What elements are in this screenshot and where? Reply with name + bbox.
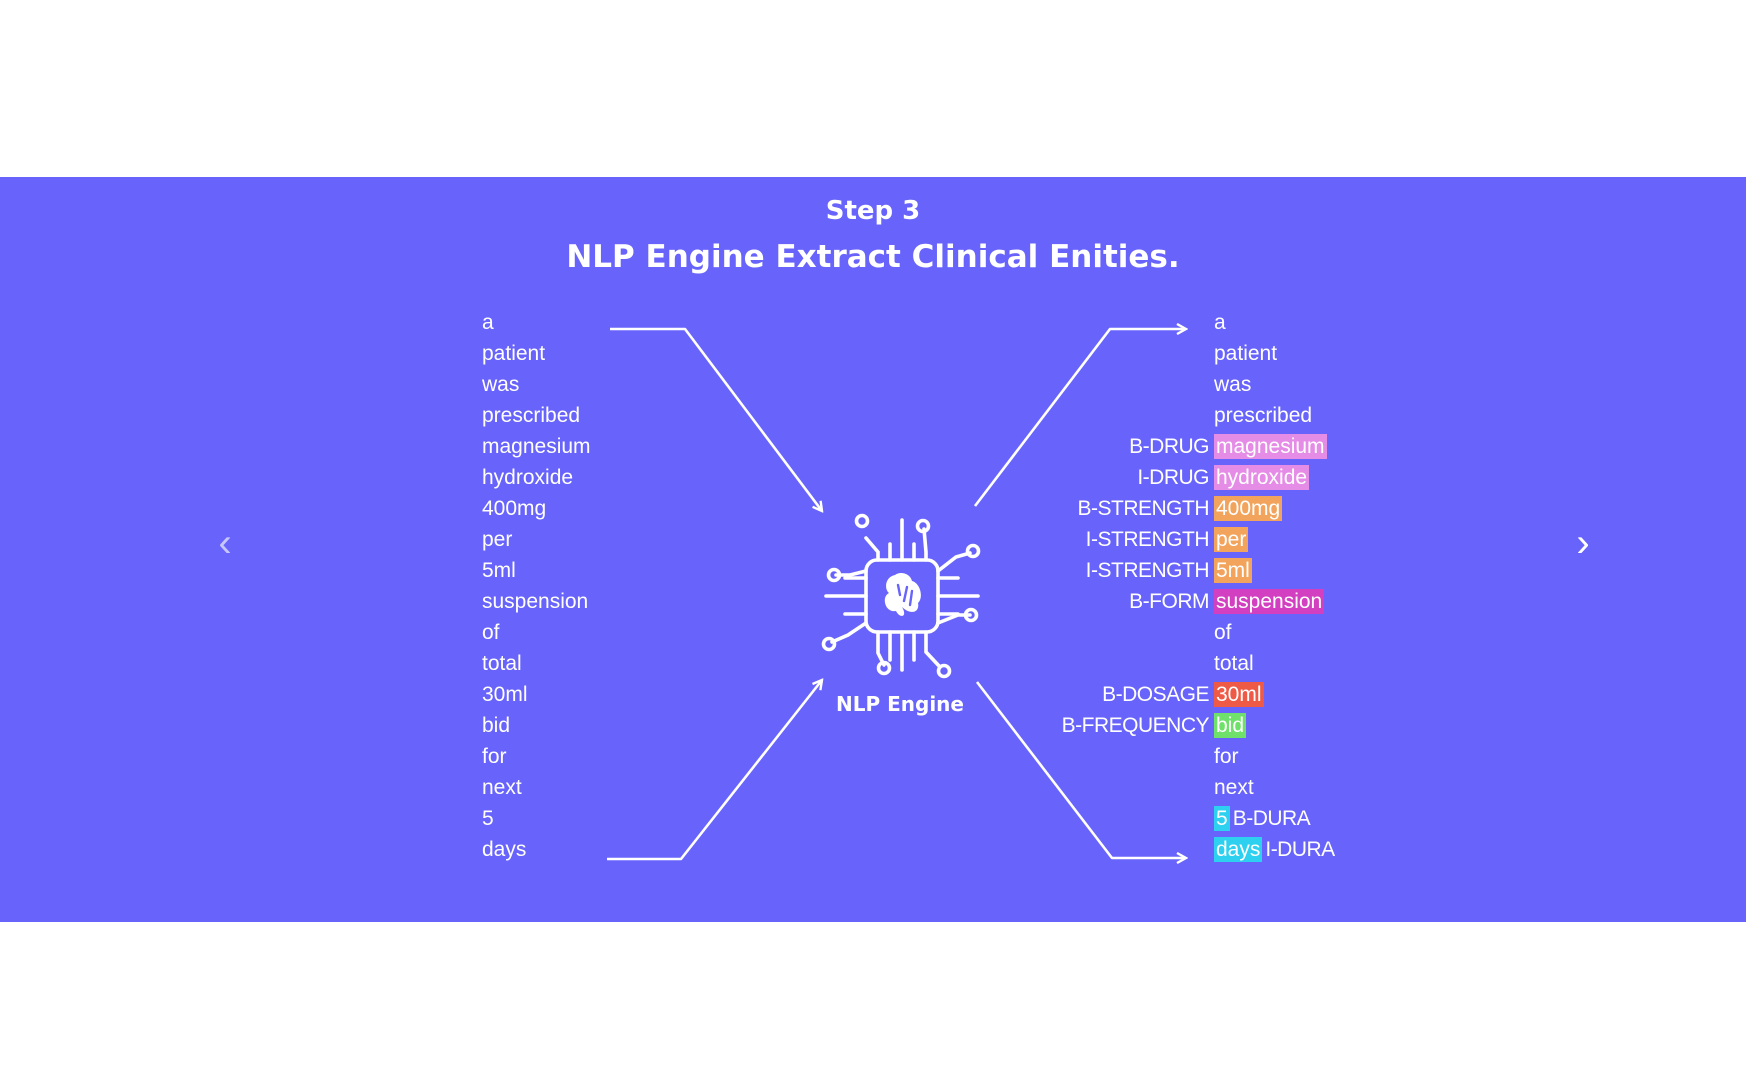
arrow-output-top: [973, 329, 1186, 507]
flow-diagram: [607, 177, 1746, 922]
brain-chip-icon: [821, 513, 981, 679]
arrow-output-bottom: [975, 681, 1186, 858]
arrow-input-top: [610, 327, 822, 511]
content-band: Step 3 NLP Engine Extract Clinical Eniti…: [0, 177, 1746, 922]
engine-label: NLP Engine: [836, 692, 964, 716]
arrow-input-bottom: [607, 680, 822, 861]
